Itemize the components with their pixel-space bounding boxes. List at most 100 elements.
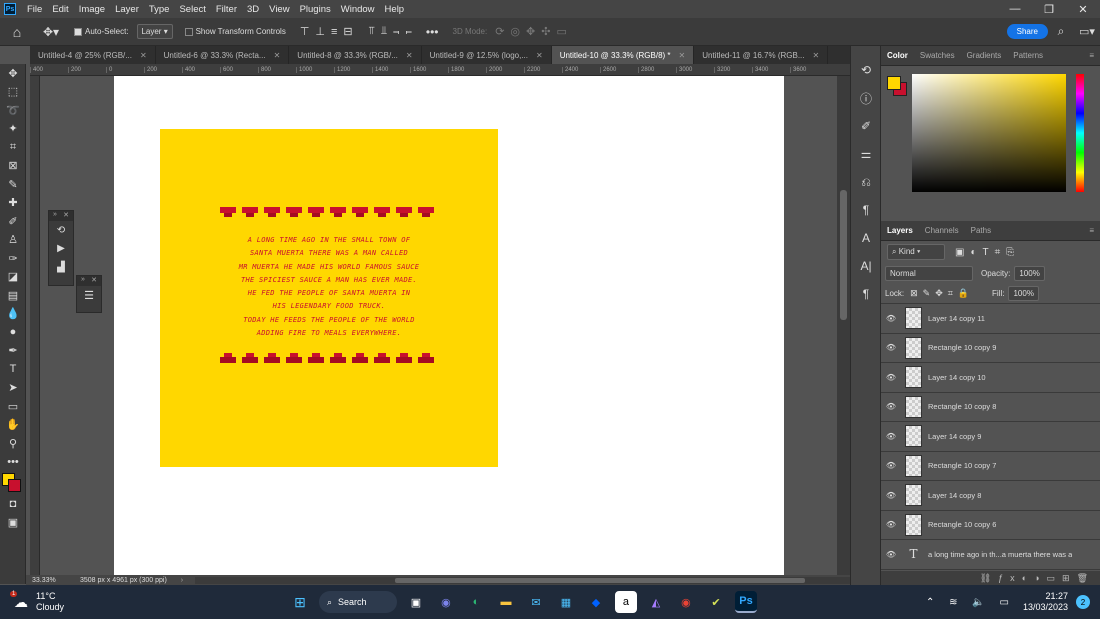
- kind-filter-dropdown[interactable]: ⌕ Kind ▾: [887, 244, 945, 260]
- visibility-eye-icon[interactable]: 👁: [881, 373, 901, 382]
- blur-tool-icon[interactable]: 💧: [0, 305, 26, 324]
- horizontal-scrollbar[interactable]: [195, 576, 850, 584]
- hand-tool-icon[interactable]: ✋: [0, 416, 26, 435]
- panel-menu-icon[interactable]: ≡: [1089, 226, 1100, 235]
- weather-widget[interactable]: ☁ 1 11°C Cloudy: [0, 590, 120, 613]
- edge-icon[interactable]: ◐: [465, 591, 487, 613]
- close-tab-icon[interactable]: ✕: [406, 51, 413, 60]
- vertical-scrollbar[interactable]: [837, 76, 850, 576]
- close-tab-icon[interactable]: ✕: [140, 51, 147, 60]
- menu-item-layer[interactable]: Layer: [110, 4, 144, 15]
- magic-wand-icon[interactable]: ✦: [0, 120, 26, 139]
- zoom-tool-icon[interactable]: ⚲: [0, 434, 26, 453]
- teams-icon[interactable]: ◉: [435, 591, 457, 613]
- notification-badge[interactable]: 2: [1076, 595, 1091, 609]
- photoshop-taskbar-icon[interactable]: Ps: [734, 591, 757, 613]
- visibility-eye-icon[interactable]: 👁: [881, 461, 901, 470]
- menu-item-type[interactable]: Type: [144, 4, 175, 15]
- actions-panel-icon[interactable]: ⎌: [851, 168, 881, 196]
- document-tab[interactable]: Untitled-11 @ 16.7% (RGB... ✕: [694, 46, 829, 64]
- history-panel-icon[interactable]: ⟲: [851, 56, 881, 84]
- document-tab[interactable]: Untitled-4 @ 25% (RGB/... ✕: [30, 46, 156, 64]
- history-brush-icon[interactable]: ✑: [0, 249, 26, 268]
- start-icon[interactable]: ⊞: [289, 591, 311, 613]
- move-tool-icon[interactable]: ✥▾: [34, 25, 68, 39]
- auto-select-dropdown[interactable]: Layer ▾: [136, 24, 173, 39]
- opacity-input[interactable]: 100%: [1014, 265, 1045, 281]
- pen-tool-icon[interactable]: ✒: [0, 342, 26, 361]
- vpn-icon[interactable]: ◭: [645, 591, 667, 613]
- rectangle-tool-icon[interactable]: ▭: [0, 397, 26, 416]
- path-select-icon[interactable]: ➤: [0, 379, 26, 398]
- taskbar-search[interactable]: ⌕ Search: [318, 591, 397, 613]
- document-tab[interactable]: Untitled-9 @ 12.5% (logo,... ✕: [422, 46, 552, 64]
- menu-item-select[interactable]: Select: [174, 4, 210, 15]
- layer-row[interactable]: 👁 Rectangle 10 copy 9: [881, 333, 1100, 363]
- character-panel-icon[interactable]: A: [851, 224, 881, 252]
- more-options-icon[interactable]: •••: [426, 25, 439, 39]
- brush-tool-icon[interactable]: ✐: [0, 212, 26, 231]
- panel-menu-icon[interactable]: ≡: [1089, 51, 1100, 60]
- menu-item-image[interactable]: Image: [74, 4, 110, 15]
- close-tab-icon[interactable]: ✕: [536, 51, 543, 60]
- panel-tab-layers[interactable]: Layers: [881, 226, 919, 235]
- filter-type-icons[interactable]: ▣◐T⌗⎘: [955, 247, 1020, 258]
- document-tab[interactable]: Untitled-10 @ 33.3% (RGB/8) * ✕: [551, 46, 695, 64]
- healing-brush-icon[interactable]: ✚: [0, 194, 26, 213]
- layer-row[interactable]: 👁 Rectangle 10 copy 8: [881, 392, 1100, 422]
- transform-controls-checkbox[interactable]: Show Transform Controls: [184, 27, 286, 36]
- layer-row[interactable]: 👁 Layer 14 copy 10: [881, 363, 1100, 393]
- amazon-icon[interactable]: a: [614, 591, 637, 613]
- paragraph-styles-icon[interactable]: ¶: [851, 280, 881, 308]
- menu-item-filter[interactable]: Filter: [211, 4, 242, 15]
- menu-item-edit[interactable]: Edit: [47, 4, 73, 15]
- quick-mask-icon[interactable]: ◘: [0, 495, 26, 514]
- status-arrow-icon[interactable]: ›: [167, 577, 183, 584]
- fill-input[interactable]: 100%: [1008, 285, 1039, 301]
- close-tab-icon[interactable]: ✕: [812, 51, 819, 60]
- panel-tab-swatches[interactable]: Swatches: [914, 51, 961, 60]
- visibility-eye-icon[interactable]: 👁: [881, 314, 901, 323]
- close-tab-icon[interactable]: ✕: [679, 51, 686, 60]
- layers-footer[interactable]: ⛓ƒx◐◑▭⊞🗑: [881, 571, 1100, 585]
- visibility-eye-icon[interactable]: 👁: [881, 402, 901, 411]
- share-button[interactable]: Share: [1006, 24, 1048, 39]
- close-tab-icon[interactable]: ✕: [274, 51, 281, 60]
- close-icon[interactable]: ✕: [63, 211, 69, 221]
- restore-icon[interactable]: ❐: [1032, 3, 1066, 16]
- document-tab[interactable]: Untitled-8 @ 33.3% (RGB/... ✕: [289, 46, 422, 64]
- menu-item-view[interactable]: View: [264, 4, 294, 15]
- hue-slider[interactable]: [1076, 74, 1084, 192]
- menu-item-help[interactable]: Help: [380, 4, 410, 15]
- foreground-color-swatch[interactable]: [887, 76, 901, 90]
- play-icon[interactable]: ▶: [49, 240, 73, 259]
- clock[interactable]: 21:27 13/03/2023: [1023, 591, 1068, 613]
- layer-row[interactable]: 👁 Ta long time ago in th...a muerta there…: [881, 540, 1100, 570]
- dropbox-icon[interactable]: ◆: [585, 591, 607, 613]
- brush-settings-icon[interactable]: ✐: [851, 112, 881, 140]
- layer-row[interactable]: 👁 Layer 14 copy 8: [881, 481, 1100, 511]
- crop-tool-icon[interactable]: ⌗: [0, 138, 26, 157]
- menu-item-3d[interactable]: 3D: [242, 4, 264, 15]
- lasso-tool-icon[interactable]: ➰: [0, 101, 26, 120]
- screen-mode-icon[interactable]: ▣: [0, 514, 26, 533]
- layer-row[interactable]: 👁 Layer 14 copy 9: [881, 422, 1100, 452]
- document-page[interactable]: A long time ago in the small town of Sant…: [114, 76, 784, 576]
- mail-icon[interactable]: ✉: [525, 591, 547, 613]
- document-tab[interactable]: Untitled-6 @ 33.3% (Recta... ✕: [156, 46, 290, 64]
- lock-icons[interactable]: ⊠✎✥⌗🔒: [910, 288, 974, 299]
- panel-tab-color[interactable]: Color: [881, 51, 914, 60]
- panel-tab-paths[interactable]: Paths: [965, 226, 997, 235]
- distribute-buttons[interactable]: ⫪⫫⫬⫭: [369, 25, 418, 38]
- store-icon[interactable]: ▦: [555, 591, 577, 613]
- align-buttons[interactable]: ⊤⊥≡⊟: [300, 25, 359, 38]
- eyedropper-icon[interactable]: ✎: [0, 175, 26, 194]
- tool-preset-icon[interactable]: ▟: [49, 258, 73, 277]
- panel-tab-channels[interactable]: Channels: [919, 226, 965, 235]
- layer-row[interactable]: 👁 Rectangle 10 copy 6: [881, 510, 1100, 540]
- history-icon[interactable]: ⟲: [49, 221, 73, 240]
- type-tool-icon[interactable]: T: [0, 360, 26, 379]
- collapse-icon[interactable]: »: [53, 211, 57, 221]
- zoom-level[interactable]: 33.33%: [26, 577, 72, 584]
- adjust-panel-icon[interactable]: ⚌: [851, 140, 881, 168]
